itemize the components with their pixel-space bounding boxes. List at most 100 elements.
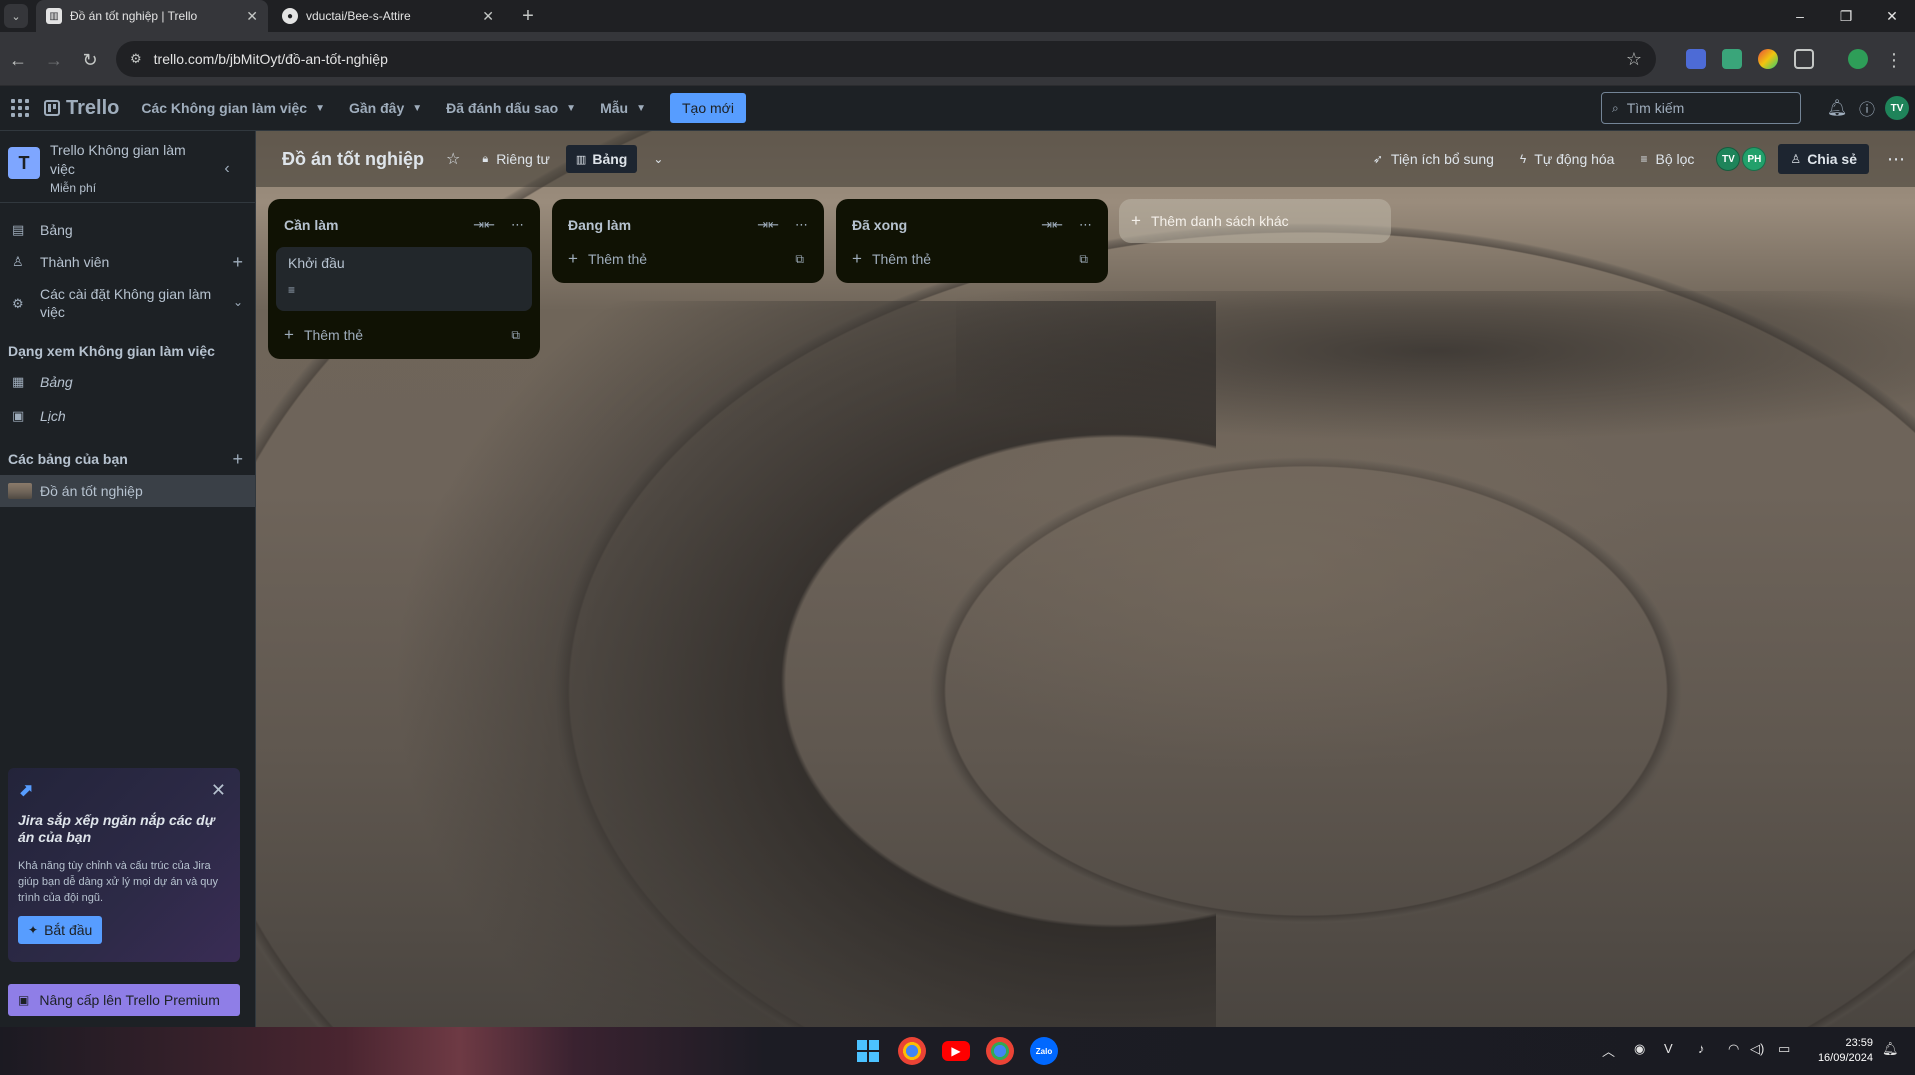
restore-button[interactable]: ❐ — [1823, 0, 1869, 32]
notification-bell-icon[interactable]: 🔔︎ — [1882, 1041, 1899, 1057]
sidebar-item-members[interactable]: ♙ Thành viên + — [0, 247, 255, 277]
sidebar-view-table[interactable]: ▦ Bảng — [0, 367, 255, 397]
volume-icon[interactable]: ◁) — [1750, 1041, 1764, 1057]
browser-tab-trello[interactable]: ▥ Đồ án tốt nghiệp | Trello ✕ — [36, 0, 268, 32]
trello-logo[interactable]: Trello — [44, 97, 119, 120]
chevron-down-icon: ▼ — [412, 102, 423, 114]
github-favicon-icon: ● — [282, 8, 298, 24]
sidebar-view-calendar[interactable]: ▣ Lịch — [0, 401, 255, 431]
translate-extension-icon[interactable] — [1686, 49, 1706, 69]
powerups-button[interactable]: ➶ Tiện ích bổ sung — [1373, 151, 1494, 167]
sidebar-item-boards[interactable]: ▤ Bảng — [0, 215, 255, 245]
chevron-down-icon[interactable]: ⌄ — [233, 293, 243, 311]
workspace-tile[interactable]: T — [8, 147, 40, 179]
collapse-sidebar-icon[interactable]: ‹ — [213, 155, 241, 183]
show-hidden-icons-icon[interactable]: ︿ — [1602, 1041, 1615, 1060]
close-tab-icon[interactable]: ✕ — [246, 8, 258, 25]
more-options-icon[interactable]: ⋯ — [1887, 149, 1905, 170]
chrome-menu-icon[interactable]: ⋮ — [1880, 46, 1908, 74]
board-title[interactable]: Đồ án tốt nghiệp — [282, 149, 424, 170]
microphone-icon[interactable]: ♪ — [1698, 1041, 1705, 1056]
list-header[interactable]: Đang làm ⇥⇤ ⋯ — [560, 207, 816, 243]
search-box[interactable]: ⌕ — [1601, 92, 1801, 124]
collapse-list-icon[interactable]: ⇥⇤ — [1041, 217, 1063, 233]
battery-icon[interactable]: ▭ — [1778, 1041, 1790, 1057]
close-tab-icon[interactable]: ✕ — [482, 8, 494, 25]
add-board-icon[interactable]: + — [232, 449, 243, 470]
collapse-list-icon[interactable]: ⇥⇤ — [757, 217, 779, 233]
address-bar[interactable]: ⚙ trello.com/b/jbMitOyt/đồ-an-tốt-nghiệp… — [116, 41, 1656, 77]
windows-start-icon[interactable] — [854, 1037, 882, 1065]
jira-start-button[interactable]: ✦ Bắt đầu — [18, 916, 103, 944]
menu-recent[interactable]: Gần đây ▼ — [349, 100, 422, 116]
list-menu-icon[interactable]: ⋯ — [511, 217, 524, 233]
list-menu-icon[interactable]: ⋯ — [1079, 217, 1092, 233]
system-clock[interactable]: 23:59 16/09/2024 — [1818, 1036, 1873, 1066]
member-avatar[interactable]: PH — [1742, 147, 1767, 171]
zalo-icon[interactable]: Zalo — [1030, 1037, 1058, 1065]
board-view-button[interactable]: ▥ Bảng — [565, 145, 638, 173]
help-icon[interactable]: ⓘ — [1855, 96, 1879, 120]
rocket-icon: ➶ — [1372, 152, 1383, 166]
extensions-puzzle-icon[interactable] — [1794, 49, 1814, 69]
automation-button[interactable]: ϟ Tự động hóa — [1520, 151, 1615, 167]
forward-button[interactable]: → — [40, 46, 68, 74]
close-window-button[interactable]: ✕ — [1869, 0, 1915, 32]
card[interactable]: Khởi đầu ≡ — [276, 247, 532, 311]
tab-search-button[interactable]: ⌄ — [4, 4, 28, 28]
workspace-name[interactable]: Trello Không gian làm việc — [50, 141, 210, 179]
reload-button[interactable]: ↻ — [76, 46, 104, 74]
star-board-icon[interactable]: ☆ — [446, 149, 460, 169]
create-button[interactable]: Tạo mới — [669, 93, 746, 123]
list-title[interactable]: Đã xong — [852, 217, 907, 233]
member-avatar[interactable]: TV — [1716, 147, 1741, 171]
card-template-icon[interactable]: ⧉ — [795, 252, 804, 267]
app-switcher-icon[interactable] — [10, 98, 30, 118]
account-menu[interactable]: TV — [1885, 96, 1909, 120]
site-info-icon[interactable]: ⚙ — [130, 51, 142, 67]
close-icon[interactable]: ✕ — [211, 780, 226, 801]
card-template-icon[interactable]: ⧉ — [511, 328, 520, 343]
bookmark-star-icon[interactable]: ☆ — [1626, 49, 1642, 70]
list-header[interactable]: Cần làm ⇥⇤ ⋯ — [276, 207, 532, 243]
card-template-icon[interactable]: ⧉ — [1079, 252, 1088, 267]
profile-avatar-icon[interactable] — [1848, 49, 1868, 69]
color-extension-icon[interactable] — [1758, 49, 1778, 69]
url-text[interactable]: trello.com/b/jbMitOyt/đồ-an-tốt-nghiệp — [154, 51, 388, 67]
browser-tab-github[interactable]: ● vductai/Bee-s-Attire ✕ — [272, 0, 504, 32]
description-icon: ≡ — [288, 283, 296, 297]
add-card-button[interactable]: + Thêm thẻ ⧉ — [844, 243, 1100, 275]
filter-button[interactable]: ≡ Bộ lọc — [1640, 151, 1694, 167]
share-button[interactable]: ♙ Chia sẻ — [1778, 144, 1869, 174]
list-menu-icon[interactable]: ⋯ — [795, 217, 808, 233]
list-title[interactable]: Đang làm — [568, 217, 631, 233]
notifications-bell-icon[interactable]: 🔔︎ — [1825, 96, 1849, 120]
add-card-button[interactable]: + Thêm thẻ ⧉ — [276, 319, 532, 351]
menu-workspaces[interactable]: Các Không gian làm việc ▼ — [141, 100, 325, 116]
youtube-icon[interactable]: ▶ — [942, 1041, 970, 1061]
minimize-button[interactable]: – — [1777, 0, 1823, 32]
add-list-button[interactable]: + Thêm danh sách khác — [1119, 199, 1391, 243]
sidebar-board-item[interactable]: Đồ án tốt nghiệp — [0, 475, 255, 507]
visibility-button[interactable]: 🔒︎ Riêng tư — [482, 151, 550, 167]
search-input[interactable] — [1626, 100, 1777, 116]
list-header[interactable]: Đã xong ⇥⇤ ⋯ — [844, 207, 1100, 243]
back-button[interactable]: ← — [4, 46, 32, 74]
add-member-icon[interactable]: + — [232, 253, 243, 271]
browser-tabstrip: ⌄ ▥ Đồ án tốt nghiệp | Trello ✕ ● vducta… — [0, 0, 1915, 32]
menu-templates[interactable]: Mẫu ▼ — [600, 100, 646, 116]
upgrade-premium-button[interactable]: ▣ Nâng cấp lên Trello Premium — [8, 984, 240, 1016]
sidebar-item-settings[interactable]: ⚙ Các cài đặt Không gian làm việc ⌄ — [0, 279, 255, 327]
menu-starred[interactable]: Đã đánh dấu sao ▼ — [446, 100, 576, 116]
mail-extension-icon[interactable] — [1722, 49, 1742, 69]
new-tab-button[interactable]: + — [516, 4, 540, 28]
chrome-profile-icon[interactable] — [986, 1037, 1014, 1065]
collapse-list-icon[interactable]: ⇥⇤ — [473, 217, 495, 233]
add-card-button[interactable]: + Thêm thẻ ⧉ — [560, 243, 816, 275]
list-title[interactable]: Cần làm — [284, 217, 338, 233]
vpn-tray-icon[interactable]: V — [1664, 1041, 1673, 1056]
chrome-icon[interactable] — [898, 1037, 926, 1065]
wifi-icon[interactable]: ◠ — [1728, 1041, 1739, 1057]
chevron-down-icon[interactable]: ⌄ — [653, 152, 663, 166]
messenger-tray-icon[interactable]: ◉ — [1634, 1041, 1645, 1057]
